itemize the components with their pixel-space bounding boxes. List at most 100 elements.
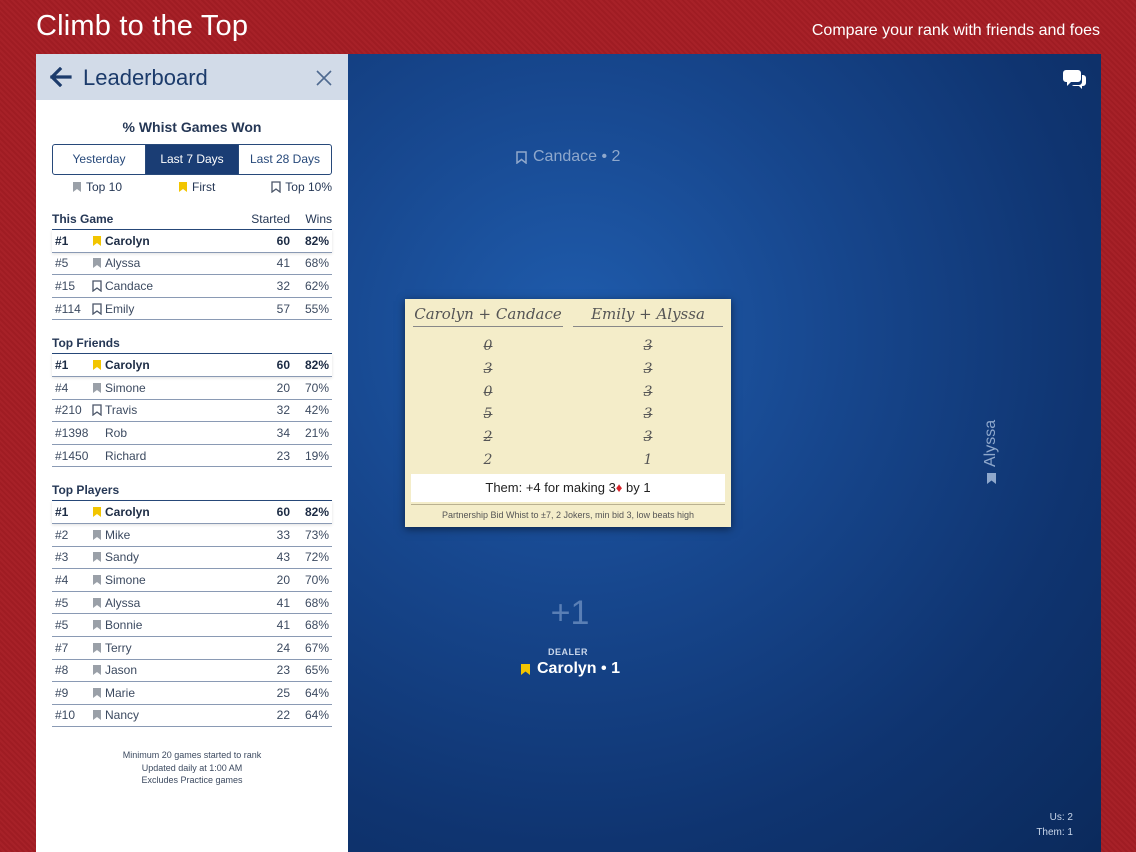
table-row[interactable]: #1450 Richard 23 19% xyxy=(52,445,332,468)
bookmark-gold-icon xyxy=(90,234,104,247)
games-started: 60 xyxy=(276,233,290,248)
score-delta: +1 xyxy=(550,594,590,632)
column-header-wins xyxy=(290,483,332,497)
score-entry: 3 xyxy=(483,360,493,377)
section-header: Top Players xyxy=(52,483,332,502)
table-row[interactable]: #9 Marie 25 64% xyxy=(52,682,332,705)
tab-last-28-days[interactable]: Last 28 Days xyxy=(239,145,331,174)
time-range-segment: Yesterday Last 7 Days Last 28 Days xyxy=(52,144,332,175)
games-started: 25 xyxy=(276,685,290,700)
rank: #7 xyxy=(55,640,69,655)
rank: #1 xyxy=(55,505,69,520)
section-header: This Game Started Wins xyxy=(52,212,332,230)
table-row[interactable]: #1 Carolyn 60 82% xyxy=(52,354,332,377)
leaderboard-header: Leaderboard xyxy=(36,54,348,100)
rank: #15 xyxy=(55,278,76,293)
win-percent: 68% xyxy=(304,256,329,271)
player-top: Candace • 2 xyxy=(516,148,620,166)
flag-legend: Top 10 First Top 10% xyxy=(36,180,348,194)
rank: #4 xyxy=(55,572,69,587)
table-row[interactable]: #3 Sandy 43 72% xyxy=(52,547,332,570)
legend-item: First xyxy=(178,180,215,194)
column-header-wins xyxy=(290,336,332,350)
result-text: Them: +4 for making 3 xyxy=(485,480,616,495)
app-title: Climb to the Top xyxy=(36,10,249,42)
table-row[interactable]: #210 Travis 32 42% xyxy=(52,400,332,423)
player-name: Alyssa xyxy=(105,595,141,610)
table-row[interactable]: #114 Emily 57 55% xyxy=(52,298,332,321)
player-name: Carolyn xyxy=(105,358,150,373)
table-row[interactable]: #7 Terry 24 67% xyxy=(52,637,332,660)
bookmark-gray-icon xyxy=(90,257,104,270)
games-started: 33 xyxy=(276,527,290,542)
score-entry: 2 xyxy=(483,451,493,468)
legend-label: Top 10 xyxy=(86,180,123,194)
bookmark-none-icon xyxy=(90,426,104,439)
table-row[interactable]: #15 Candace 32 62% xyxy=(52,275,332,298)
games-started: 41 xyxy=(276,595,290,610)
dealer-label: DEALER xyxy=(547,647,588,657)
bookmark-gray-icon xyxy=(90,619,104,632)
games-started: 41 xyxy=(276,256,290,271)
section-title: Top Players xyxy=(52,483,120,498)
win-percent: 82% xyxy=(304,358,329,373)
player-name: Richard xyxy=(105,448,147,463)
player-right-name: Alyssa xyxy=(982,419,999,467)
score-entry: 3 xyxy=(643,429,653,446)
table-row[interactable]: #1398 Rob 34 21% xyxy=(52,422,332,445)
table-row[interactable]: #5 Alyssa 41 68% xyxy=(52,592,332,615)
player-bottom-name: Carolyn • 1 xyxy=(537,660,620,677)
table-row[interactable]: #5 Bonnie 41 68% xyxy=(52,614,332,637)
rank: #210 xyxy=(55,403,82,418)
score-them: Them: 1 xyxy=(1036,827,1073,838)
score-entry: 3 xyxy=(643,383,653,400)
table-row[interactable]: #5 Alyssa 41 68% xyxy=(52,253,332,276)
result-suffix: by 1 xyxy=(622,480,651,495)
hand-result: Them: +4 for making 3♦ by 1 xyxy=(411,474,725,502)
table-row[interactable]: #10 Nancy 22 64% xyxy=(52,705,332,728)
back-arrow-icon[interactable] xyxy=(50,67,72,87)
score-entry: 3 xyxy=(643,338,653,354)
footer-line: Excludes Practice games xyxy=(141,775,243,786)
win-percent: 64% xyxy=(304,708,329,723)
score-us: Us: 2 xyxy=(1049,812,1073,823)
player-name: Carolyn xyxy=(105,233,150,248)
player-name: Carolyn xyxy=(105,505,150,520)
rank: #9 xyxy=(55,685,69,700)
table-row[interactable]: #8 Jason 23 65% xyxy=(52,660,332,683)
table-row[interactable]: #2 Mike 33 73% xyxy=(52,524,332,547)
rank: #1450 xyxy=(55,448,89,463)
table-row[interactable]: #4 Simone 20 70% xyxy=(52,569,332,592)
bookmark-gray-icon xyxy=(90,641,104,654)
close-icon[interactable] xyxy=(316,70,332,86)
column-header-wins: Wins xyxy=(305,212,332,226)
bookmark-gray-icon xyxy=(90,551,104,564)
player-right: Alyssa xyxy=(982,420,1030,498)
tab-last-7-days[interactable]: Last 7 Days xyxy=(146,145,239,174)
player-name: Candace xyxy=(105,278,154,293)
bookmark-outline-icon xyxy=(271,181,281,193)
rank: #1 xyxy=(55,358,69,373)
bookmark-gray-icon xyxy=(73,182,81,192)
bookmark-gold-icon xyxy=(179,182,187,192)
win-percent: 68% xyxy=(304,595,329,610)
rank: #8 xyxy=(55,663,69,678)
legend-label: Top 10% xyxy=(285,180,332,194)
bookmark-gray-icon xyxy=(90,528,104,541)
player-name: Travis xyxy=(105,403,138,418)
table-row[interactable]: #1 Carolyn 60 82% xyxy=(52,230,332,253)
win-percent: 72% xyxy=(304,550,329,565)
chat-icon[interactable] xyxy=(1063,68,1087,90)
table-row[interactable]: #4 Simone 20 70% xyxy=(52,377,332,400)
bookmark-filled-icon xyxy=(986,473,996,484)
games-started: 22 xyxy=(276,708,290,723)
team2-scores: 3 3 3 3 3 1 xyxy=(573,335,723,472)
win-percent: 70% xyxy=(304,572,329,587)
bookmark-gold-icon xyxy=(521,663,530,675)
bookmark-outline-icon xyxy=(90,404,104,417)
table-row[interactable]: #1 Carolyn 60 82% xyxy=(52,501,332,524)
tab-yesterday[interactable]: Yesterday xyxy=(53,145,146,174)
games-started: 43 xyxy=(276,550,290,565)
win-percent: 73% xyxy=(304,527,329,542)
leaderboard-panel: Leaderboard % Whist Games Won Yesterday L… xyxy=(36,54,348,852)
